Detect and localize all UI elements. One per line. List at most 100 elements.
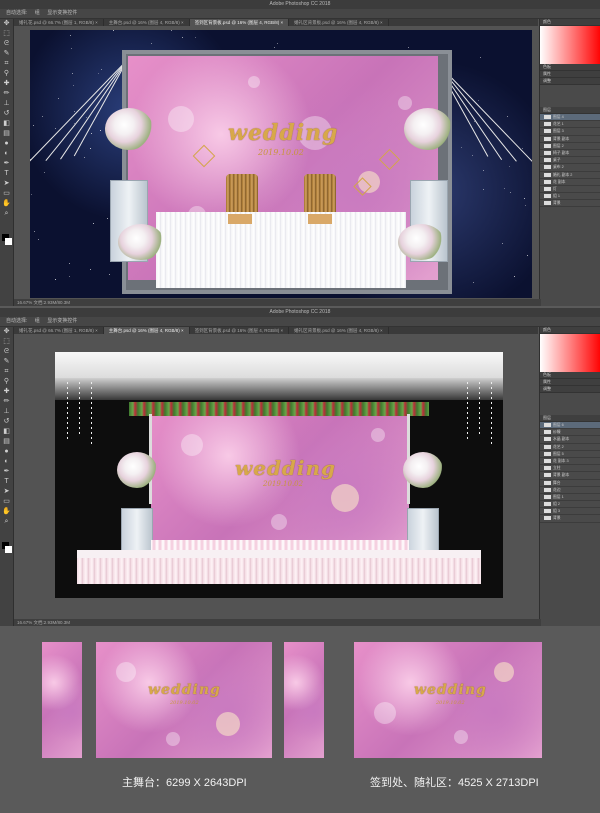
canvas-sign-in-backdrop[interactable]: wedding 2019.10.02 — [30, 30, 532, 298]
layer-row[interactable]: 花 副本 — [540, 179, 600, 186]
panel-tab-swatches[interactable]: 色板 — [540, 372, 600, 379]
history-brush-icon[interactable]: ↺ — [0, 109, 13, 119]
lasso-tool-icon[interactable]: ᘓ — [0, 347, 13, 357]
panel-tab-color[interactable]: 颜色 — [540, 327, 600, 334]
eraser-tool-icon[interactable]: ◧ — [0, 427, 13, 437]
background-color-swatch[interactable] — [5, 238, 12, 245]
toolbox: ✥ ⬚ ᘓ ✎ ⌗ ⚲ ✚ ✏ ⊥ ↺ ◧ ▤ ● ◐ ✒ T ➤ ▭ ✋ ⌕ — [0, 19, 14, 306]
history-brush-icon[interactable]: ↺ — [0, 417, 13, 427]
layer-row[interactable]: 背景 副本 — [540, 472, 600, 480]
panel-tab-layers[interactable]: 图层 — [540, 415, 600, 422]
layer-row[interactable]: 桌布 2 — [540, 164, 600, 172]
gradient-tool-icon[interactable]: ▤ — [0, 129, 13, 139]
hand-tool-icon[interactable]: ✋ — [0, 507, 13, 517]
healing-brush-icon[interactable]: ✚ — [0, 387, 13, 397]
blur-tool-icon[interactable]: ● — [0, 447, 13, 457]
layer-row[interactable]: 组 2 — [540, 501, 600, 509]
tab-document-3[interactable]: 签到区背景板.psd @ 16% (图层 4, RGB/8) × — [189, 19, 290, 26]
layer-row[interactable]: 舞台 — [540, 480, 600, 487]
transform-controls-option[interactable]: 显示变换控件 — [47, 317, 77, 326]
preview-left-panel — [42, 642, 82, 758]
eraser-tool-icon[interactable]: ◧ — [0, 119, 13, 129]
tab-document-2[interactable]: 主舞台.psd @ 16% (图层 4, RGB/8) × — [104, 19, 190, 26]
blur-tool-icon[interactable]: ● — [0, 139, 13, 149]
layer-row[interactable]: 花艺 1 — [540, 121, 600, 129]
move-tool-icon[interactable]: ✥ — [0, 19, 13, 29]
crop-tool-icon[interactable]: ⌗ — [0, 59, 13, 69]
stamp-tool-icon[interactable]: ⊥ — [0, 99, 13, 109]
healing-brush-icon[interactable]: ✚ — [0, 79, 13, 89]
transform-controls-option[interactable]: 显示变换控件 — [47, 9, 77, 18]
marquee-tool-icon[interactable]: ⬚ — [0, 337, 13, 347]
layer-row[interactable]: 背景 — [540, 200, 600, 208]
type-tool-icon[interactable]: T — [0, 477, 13, 487]
hand-tool-icon[interactable]: ✋ — [0, 199, 13, 209]
layer-row[interactable]: 图层 1 — [540, 494, 600, 502]
stamp-tool-icon[interactable]: ⊥ — [0, 407, 13, 417]
tab-document-4[interactable]: 婚礼区背景板.psd @ 16% (图层 4, RGB/8) × — [289, 19, 389, 26]
tab-document-4[interactable]: 婚礼区背景板.psd @ 16% (图层 4, RGB/8) × — [289, 327, 389, 334]
gradient-tool-icon[interactable]: ▤ — [0, 437, 13, 447]
layer-row[interactable]: 图层 2 — [540, 143, 600, 150]
brush-tool-icon[interactable]: ✏ — [0, 89, 13, 99]
panel-tab-adjustments[interactable]: 调整 — [540, 386, 600, 393]
layer-row[interactable]: 图层 5 — [540, 451, 600, 458]
layer-row[interactable]: 图层 4 — [540, 114, 600, 122]
layer-row[interactable]: 组 3 — [540, 508, 600, 516]
crop-tool-icon[interactable]: ⌗ — [0, 367, 13, 377]
move-tool-option[interactable]: 自动选择: — [6, 317, 27, 326]
layer-row[interactable]: 背景 — [540, 515, 600, 523]
layer-row[interactable]: 花 副本 3 — [540, 458, 600, 466]
layer-row[interactable]: 桌子 — [540, 157, 600, 165]
shape-tool-icon[interactable]: ▭ — [0, 189, 13, 199]
panel-tab-swatches[interactable]: 色板 — [540, 64, 600, 71]
brush-tool-icon[interactable]: ✏ — [0, 397, 13, 407]
canvas-main-stage[interactable]: wedding 2019.10.02 — [55, 352, 503, 598]
quick-select-icon[interactable]: ✎ — [0, 49, 13, 59]
dodge-tool-icon[interactable]: ◐ — [0, 457, 13, 467]
star — [277, 43, 278, 44]
color-picker[interactable] — [540, 26, 600, 64]
path-select-icon[interactable]: ➤ — [0, 487, 13, 497]
panel-tab-color[interactable]: 颜色 — [540, 19, 600, 26]
dodge-tool-icon[interactable]: ◐ — [0, 149, 13, 159]
layer-row[interactable]: 图层 3 — [540, 128, 600, 136]
panel-tab-properties[interactable]: 属性 — [540, 379, 600, 386]
group-select-option[interactable]: 组 — [35, 317, 40, 326]
layer-row[interactable]: 婚礼 副本 2 — [540, 172, 600, 179]
layer-row[interactable]: 水晶 副本 — [540, 436, 600, 444]
layer-row[interactable]: 立柱 — [540, 465, 600, 473]
layer-row[interactable]: 图层 6 — [540, 422, 600, 430]
marquee-tool-icon[interactable]: ⬚ — [0, 29, 13, 39]
tab-document-1[interactable]: 婚礼花.psd @ 66.7% (图层 1, RGB/8) × — [14, 327, 104, 334]
shape-tool-icon[interactable]: ▭ — [0, 497, 13, 507]
panel-tab-properties[interactable]: 属性 — [540, 71, 600, 78]
layer-row[interactable]: 纱幔 — [540, 429, 600, 437]
color-picker[interactable] — [540, 334, 600, 372]
tab-document-2[interactable]: 主舞台.psd @ 16% (图层 4, RGB/8) × — [103, 327, 190, 334]
layer-row[interactable]: 灯 — [540, 186, 600, 194]
layer-row[interactable]: 花边 — [540, 487, 600, 494]
layer-row[interactable]: 组 1 — [540, 193, 600, 201]
tab-document-1[interactable]: 婚礼花.psd @ 66.7% (图层 1, RGB/8) × — [14, 19, 104, 26]
background-color-swatch[interactable] — [5, 546, 12, 553]
move-tool-icon[interactable]: ✥ — [0, 327, 13, 337]
layer-row[interactable]: 背景 副本 — [540, 136, 600, 143]
pen-tool-icon[interactable]: ✒ — [0, 467, 13, 477]
pen-tool-icon[interactable]: ✒ — [0, 159, 13, 169]
tab-document-3[interactable]: 签到区背景板.psd @ 16% (图层 4, RGB/8) × — [190, 327, 290, 334]
panel-tab-layers[interactable]: 图层 — [540, 107, 600, 114]
layer-row[interactable]: 花艺 2 — [540, 444, 600, 451]
move-tool-option[interactable]: 自动选择: — [6, 9, 27, 18]
group-select-option[interactable]: 组 — [35, 9, 40, 18]
zoom-tool-icon[interactable]: ⌕ — [0, 517, 13, 527]
panel-tab-adjustments[interactable]: 调整 — [540, 78, 600, 85]
eyedropper-icon[interactable]: ⚲ — [0, 69, 13, 79]
quick-select-icon[interactable]: ✎ — [0, 357, 13, 367]
path-select-icon[interactable]: ➤ — [0, 179, 13, 189]
lasso-tool-icon[interactable]: ᘓ — [0, 39, 13, 49]
type-tool-icon[interactable]: T — [0, 169, 13, 179]
layer-row[interactable]: 椅子 副本 — [540, 150, 600, 158]
eyedropper-icon[interactable]: ⚲ — [0, 377, 13, 387]
zoom-tool-icon[interactable]: ⌕ — [0, 209, 13, 219]
